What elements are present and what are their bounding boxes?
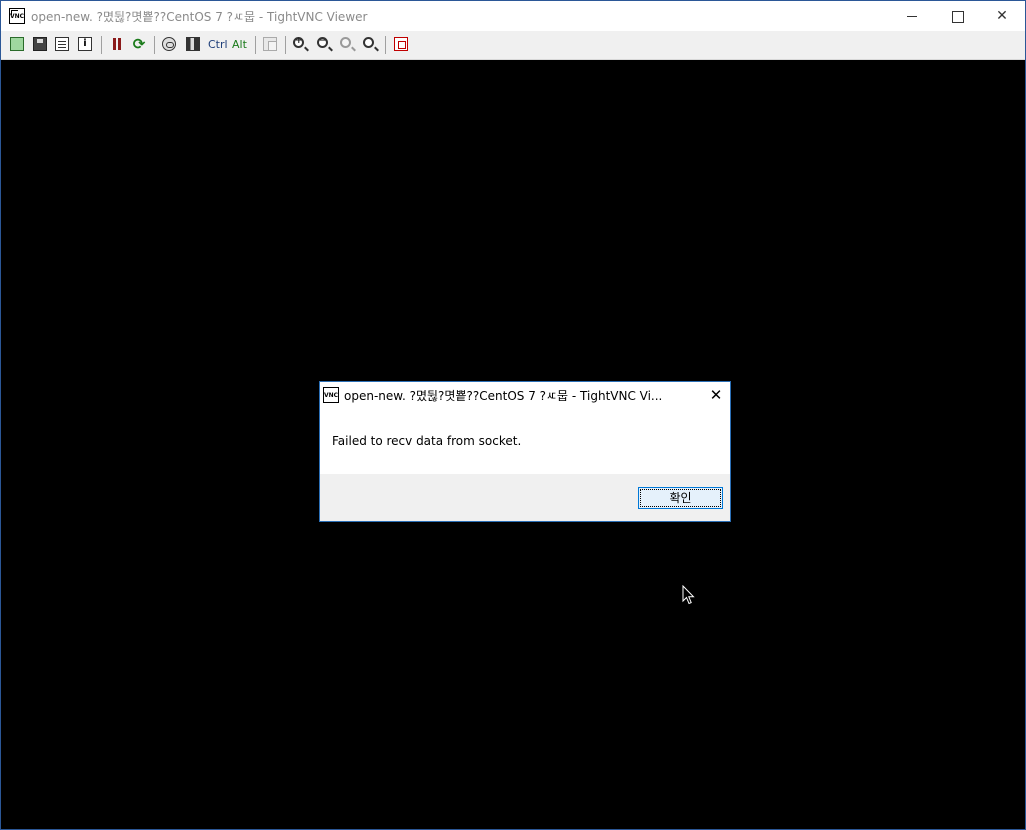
zoom-auto-icon[interactable] [363,37,374,48]
zoom-100-icon[interactable] [340,37,351,48]
window-title: open-new. ?몄뒪?몃뿉??CentOS 7 ?ㅼ뭅 - TightVN… [31,10,368,24]
minimize-button[interactable] [889,1,935,31]
ctrl-toggle[interactable]: Ctrl [208,36,228,54]
zoom-out-icon[interactable]: − [317,36,328,48]
toolbar-separator [255,36,256,54]
new-connection-icon[interactable] [10,37,24,51]
connection-info-icon[interactable]: i [78,37,92,51]
toolbar-separator [101,36,102,54]
dialog-title: open-new. ?몄뒪?몃뿉??CentOS 7 ?ㅼ뭅 - TightVN… [344,389,663,403]
dialog-titlebar[interactable]: VNC open-new. ?몄뒪?몃뿉??CentOS 7 ?ㅼ뭅 - Tig… [320,382,730,408]
dialog-footer: 확인 [320,474,730,521]
win-key-icon[interactable] [186,37,200,51]
connection-options-icon[interactable] [55,37,69,51]
close-button[interactable]: ✕ [979,1,1025,31]
close-icon: ✕ [709,386,723,404]
vnc-app-icon: VNC [323,387,339,403]
maximize-icon [952,11,964,23]
dialog-close-button[interactable]: ✕ [702,382,730,408]
vnc-app-icon: VNC [9,8,25,24]
close-icon: ✕ [996,8,1008,24]
dialog-body: Failed to recv data from socket. [320,408,730,474]
fullscreen-icon[interactable] [394,37,408,51]
alt-toggle[interactable]: Alt [232,36,247,54]
zoom-in-icon[interactable]: + [293,36,304,48]
error-dialog: VNC open-new. ?몄뒪?몃뿉??CentOS 7 ?ㅼ뭅 - Tig… [319,381,731,522]
ok-button[interactable]: 확인 [638,487,723,509]
minimize-icon [907,16,917,17]
save-session-icon[interactable] [33,37,47,51]
ctrl-alt-del-icon[interactable] [162,37,176,51]
refresh-icon[interactable]: ⟳ [132,37,146,52]
pause-icon[interactable] [110,37,124,51]
maximize-button[interactable] [935,1,981,31]
tightvnc-viewer-window: VNC open-new. ?몄뒪?몃뿉??CentOS 7 ?ㅼ뭅 - Tig… [0,0,1026,830]
toolbar-separator [154,36,155,54]
dialog-message: Failed to recv data from socket. [332,434,522,448]
toolbar: i ⟳ Ctrl Alt + − [1,31,1025,60]
window-titlebar[interactable]: VNC open-new. ?몄뒪?몃뿉??CentOS 7 ?ㅼ뭅 - Tig… [1,1,1025,31]
toolbar-separator [385,36,386,54]
toolbar-separator [285,36,286,54]
transfer-files-icon[interactable] [263,37,277,51]
mouse-cursor-icon [682,585,695,605]
